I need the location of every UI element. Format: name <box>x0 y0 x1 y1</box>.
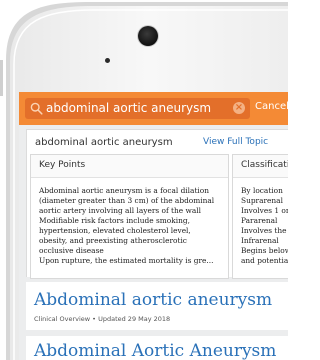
classification-line: Suprarenal <box>241 196 283 205</box>
key-point-line: Upon rupture, the estimated mortality is… <box>39 256 214 265</box>
search-icon <box>30 102 43 115</box>
key-points-header: Key Points <box>31 155 228 178</box>
search-result[interactable]: Abdominal aortic aneurysm Clinical Overv… <box>26 282 288 330</box>
classification-line: Infrarenal <box>241 236 279 245</box>
search-query: abdominal aortic aneurysm <box>46 101 212 115</box>
topic-title: abdominal aortic aneurysm <box>35 137 173 148</box>
classification-text: By location Suprarenal Involves 1 or m P… <box>233 178 288 266</box>
classification-line: Pararenal <box>241 216 278 225</box>
classification-line: Begins below t <box>241 246 288 255</box>
key-point-line: obesity, and preexisting atherosclerotic <box>39 236 187 245</box>
search-result[interactable]: Abdominal Aortic Aneurysm <box>26 336 288 360</box>
key-point-line: Modifiable risk factors include smoking, <box>39 216 190 225</box>
topic-summary-card: abdominal aortic aneurysm View Full Topi… <box>26 129 288 279</box>
key-point-line: (diameter greater than 3 cm) of the abdo… <box>39 196 215 205</box>
key-point-line: occlusive disease <box>39 246 104 255</box>
key-points-text: Abdominal aortic aneurysm is a focal dil… <box>31 178 228 266</box>
key-point-line: Abdominal aortic aneurysm is a focal dil… <box>39 186 209 195</box>
classification-heading: Classification <box>241 160 288 170</box>
classification-line: By location <box>241 186 283 195</box>
search-input[interactable]: abdominal aortic aneurysm × <box>25 98 250 119</box>
key-points-heading: Key Points <box>39 160 86 170</box>
classification-line: and potentially <box>241 256 288 265</box>
key-point-line: hypertension, elevated cholesterol level… <box>39 226 191 235</box>
sensor-dot <box>105 58 110 63</box>
result-title[interactable]: Abdominal Aortic Aneurysm <box>34 341 276 360</box>
search-bar: abdominal aortic aneurysm × Cancel <box>19 92 288 125</box>
key-point-line: aortic artery involving all layers of th… <box>39 206 201 215</box>
key-points-panel[interactable]: Key Points Abdominal aortic aneurysm is … <box>30 154 229 279</box>
clear-icon[interactable]: × <box>233 102 245 114</box>
classification-header: Classification <box>233 155 288 178</box>
classification-line: Involves 1 or m <box>241 206 288 215</box>
app-screen: abdominal aortic aneurysm × Cancel abdom… <box>19 92 288 360</box>
result-title[interactable]: Abdominal aortic aneurysm <box>34 290 272 310</box>
cancel-button[interactable]: Cancel <box>255 101 288 112</box>
classification-panel[interactable]: Classification By location Suprarenal In… <box>232 154 288 279</box>
result-meta: Clinical Overview • Updated 29 May 2018 <box>34 315 171 323</box>
classification-line: Involves the or <box>241 226 288 235</box>
view-full-topic-link[interactable]: View Full Topic <box>203 137 268 147</box>
front-camera <box>138 26 158 46</box>
